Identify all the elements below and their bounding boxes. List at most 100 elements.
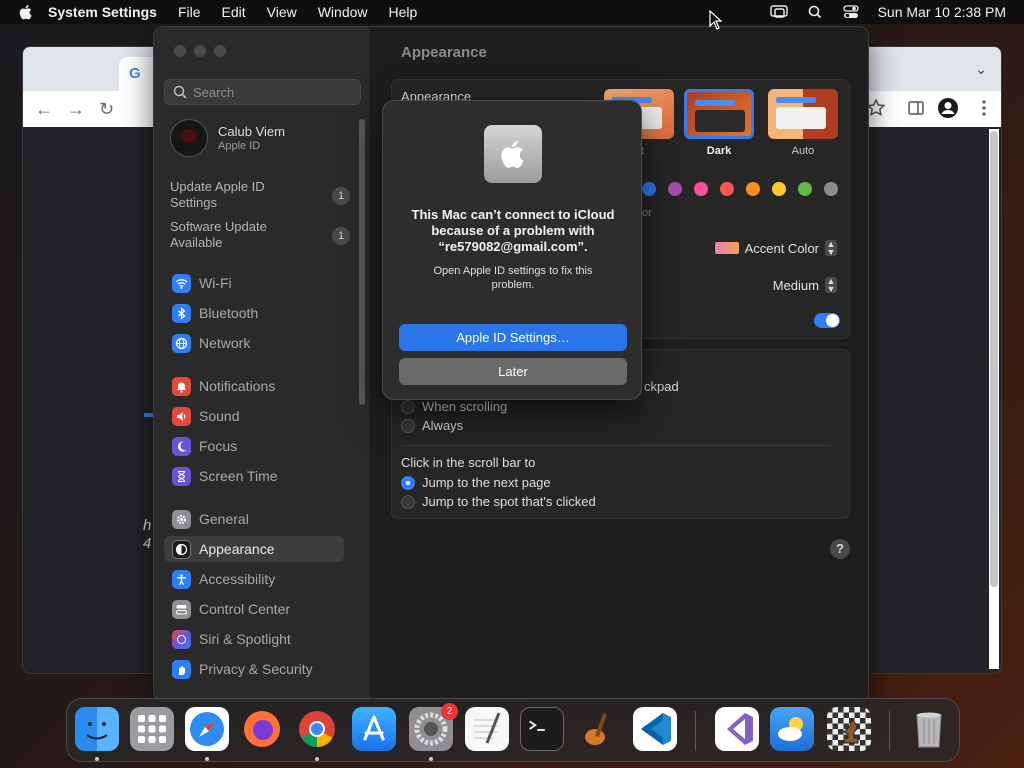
radio-dot [401, 494, 415, 509]
menu-bar: System Settings File Edit View Window He… [0, 0, 1024, 24]
close-window-button[interactable] [174, 45, 186, 57]
trash-icon[interactable] [907, 707, 951, 751]
spotlight-search-icon[interactable] [806, 5, 824, 19]
bell-icon [172, 376, 191, 396]
software-update-available[interactable]: Software Update Available 1 [170, 219, 350, 251]
update-apple-id-settings[interactable]: Update Apple ID Settings 1 [170, 179, 350, 211]
terminal-icon[interactable] [520, 707, 564, 751]
browser-scrollbar-thumb[interactable] [990, 131, 998, 587]
chess-icon[interactable] [827, 707, 871, 751]
screen-mirroring-icon[interactable] [769, 5, 788, 19]
sidebar-search-field[interactable] [164, 79, 361, 105]
apple-id-settings-button[interactable]: Apple ID Settings… [399, 324, 627, 351]
radio-when-scrolling[interactable]: When scrolling [401, 399, 507, 414]
menu-app-name[interactable]: System Settings [48, 4, 157, 20]
back-arrow-icon[interactable]: ← [35, 99, 53, 120]
running-indicator [205, 757, 209, 761]
menubar-clock[interactable]: Sun Mar 10 2:38 PM [878, 4, 1006, 20]
sidebar-item-screen-time[interactable]: Screen Time [164, 463, 344, 489]
sidebar-item-appearance[interactable]: Appearance [164, 536, 344, 562]
accent-swatch[interactable] [772, 182, 786, 196]
tab-list-chevron-icon[interactable]: ⌄ [975, 61, 987, 78]
dock: 2 [66, 698, 960, 762]
menu-help[interactable]: Help [389, 4, 418, 20]
click-scroll-bar-label: Click in the scroll bar to [401, 455, 536, 470]
theme-dark-thumbnail[interactable] [684, 89, 754, 139]
app-store-icon[interactable] [352, 707, 396, 751]
sidebar-item-privacy-security[interactable]: Privacy & Security [164, 656, 344, 682]
profile-avatar-icon[interactable] [937, 97, 959, 119]
menu-window[interactable]: Window [318, 4, 368, 20]
sidebar-item-notifications[interactable]: Notifications [164, 373, 344, 399]
forward-arrow-icon[interactable]: → [67, 99, 85, 120]
wallpaper-tinting-toggle[interactable] [814, 313, 840, 328]
radio-always[interactable]: Always [401, 418, 463, 433]
browser-menu-icon[interactable] [973, 97, 995, 119]
search-input[interactable] [193, 84, 353, 100]
avatar [170, 119, 208, 157]
popup-stepper-icon: ▲ ▼ [825, 239, 837, 257]
globe-icon [172, 333, 191, 353]
chrome-icon[interactable] [295, 707, 339, 751]
moon-icon [172, 436, 191, 456]
accent-swatch[interactable] [720, 182, 734, 196]
sidebar-item-control-center[interactable]: Control Center [164, 596, 344, 622]
accent-swatch[interactable] [694, 182, 708, 196]
theme-auto-thumbnail[interactable] [768, 89, 838, 139]
visual-studio-icon[interactable] [715, 707, 759, 751]
accent-swatch[interactable] [798, 182, 812, 196]
zoom-window-button[interactable] [214, 45, 226, 57]
textedit-icon[interactable] [465, 707, 509, 751]
sidebar-item-network[interactable]: Network [164, 330, 344, 356]
sidebar-item-wifi[interactable]: Wi-Fi [164, 270, 344, 296]
apple-id-account[interactable]: Calub Viem Apple ID [170, 119, 285, 157]
apple-logo-icon [484, 125, 542, 183]
highlight-color-popup[interactable]: Accent Color ▲ ▼ [714, 239, 837, 257]
minimize-window-button[interactable] [194, 45, 206, 57]
browser-scrollbar[interactable] [989, 129, 999, 669]
dialog-detail: Open Apple ID settings to fix this probl… [433, 265, 593, 291]
accent-swatch[interactable] [824, 182, 838, 196]
side-panel-icon[interactable] [905, 97, 927, 119]
accent-swatch[interactable] [746, 182, 760, 196]
safari-icon[interactable] [185, 707, 229, 751]
mouse-cursor-icon [709, 10, 723, 30]
sidebar-item-sound[interactable]: Sound [164, 403, 344, 429]
sidebar-item-siri-spotlight[interactable]: Siri & Spotlight [164, 626, 344, 652]
menu-view[interactable]: View [267, 4, 297, 20]
finder-icon[interactable] [75, 707, 119, 751]
update-label: Software Update Available [170, 219, 267, 250]
sidebar-item-label: Accessibility [199, 571, 276, 587]
sidebar-icon-size-popup[interactable]: Medium ▲ ▼ [773, 277, 837, 294]
sidebar-scrollbar[interactable] [359, 119, 365, 405]
firefox-icon[interactable] [240, 707, 284, 751]
dock-separator [695, 711, 696, 751]
dock-separator [889, 711, 890, 751]
sidebar-item-accessibility[interactable]: Accessibility [164, 566, 344, 592]
menu-edit[interactable]: Edit [222, 4, 246, 20]
vscode-icon[interactable] [633, 707, 677, 751]
sidebar-item-general[interactable]: General [164, 506, 344, 532]
launchpad-icon[interactable] [130, 707, 174, 751]
sidebar-item-label: Siri & Spotlight [199, 631, 291, 647]
menu-file[interactable]: File [178, 4, 201, 20]
radio-jump-next-page[interactable]: Jump to the next page [401, 475, 551, 490]
radio-jump-spot-clicked[interactable]: Jump to the spot that's clicked [401, 494, 596, 509]
update-count-badge: 1 [332, 187, 350, 205]
accent-swatch[interactable] [642, 182, 656, 196]
control-center-icon[interactable] [842, 5, 860, 19]
sidebar-item-label: Wi-Fi [199, 275, 232, 291]
accent-swatch[interactable] [668, 182, 682, 196]
radio-label: Always [422, 418, 464, 433]
hourglass-icon [172, 466, 191, 486]
reload-icon[interactable]: ↻ [99, 99, 114, 120]
later-button[interactable]: Later [399, 358, 627, 385]
sidebar-item-focus[interactable]: Focus [164, 433, 344, 459]
weather-icon[interactable] [770, 707, 814, 751]
apple-menu-icon[interactable] [18, 3, 34, 21]
help-button[interactable]: ? [830, 539, 850, 559]
garageband-icon[interactable] [575, 707, 619, 751]
sidebar-item-bluetooth[interactable]: Bluetooth [164, 300, 344, 326]
page-text-fragment: 4 [143, 535, 152, 552]
dialog-message: This Mac can’t connect to iCloud because… [411, 207, 615, 254]
